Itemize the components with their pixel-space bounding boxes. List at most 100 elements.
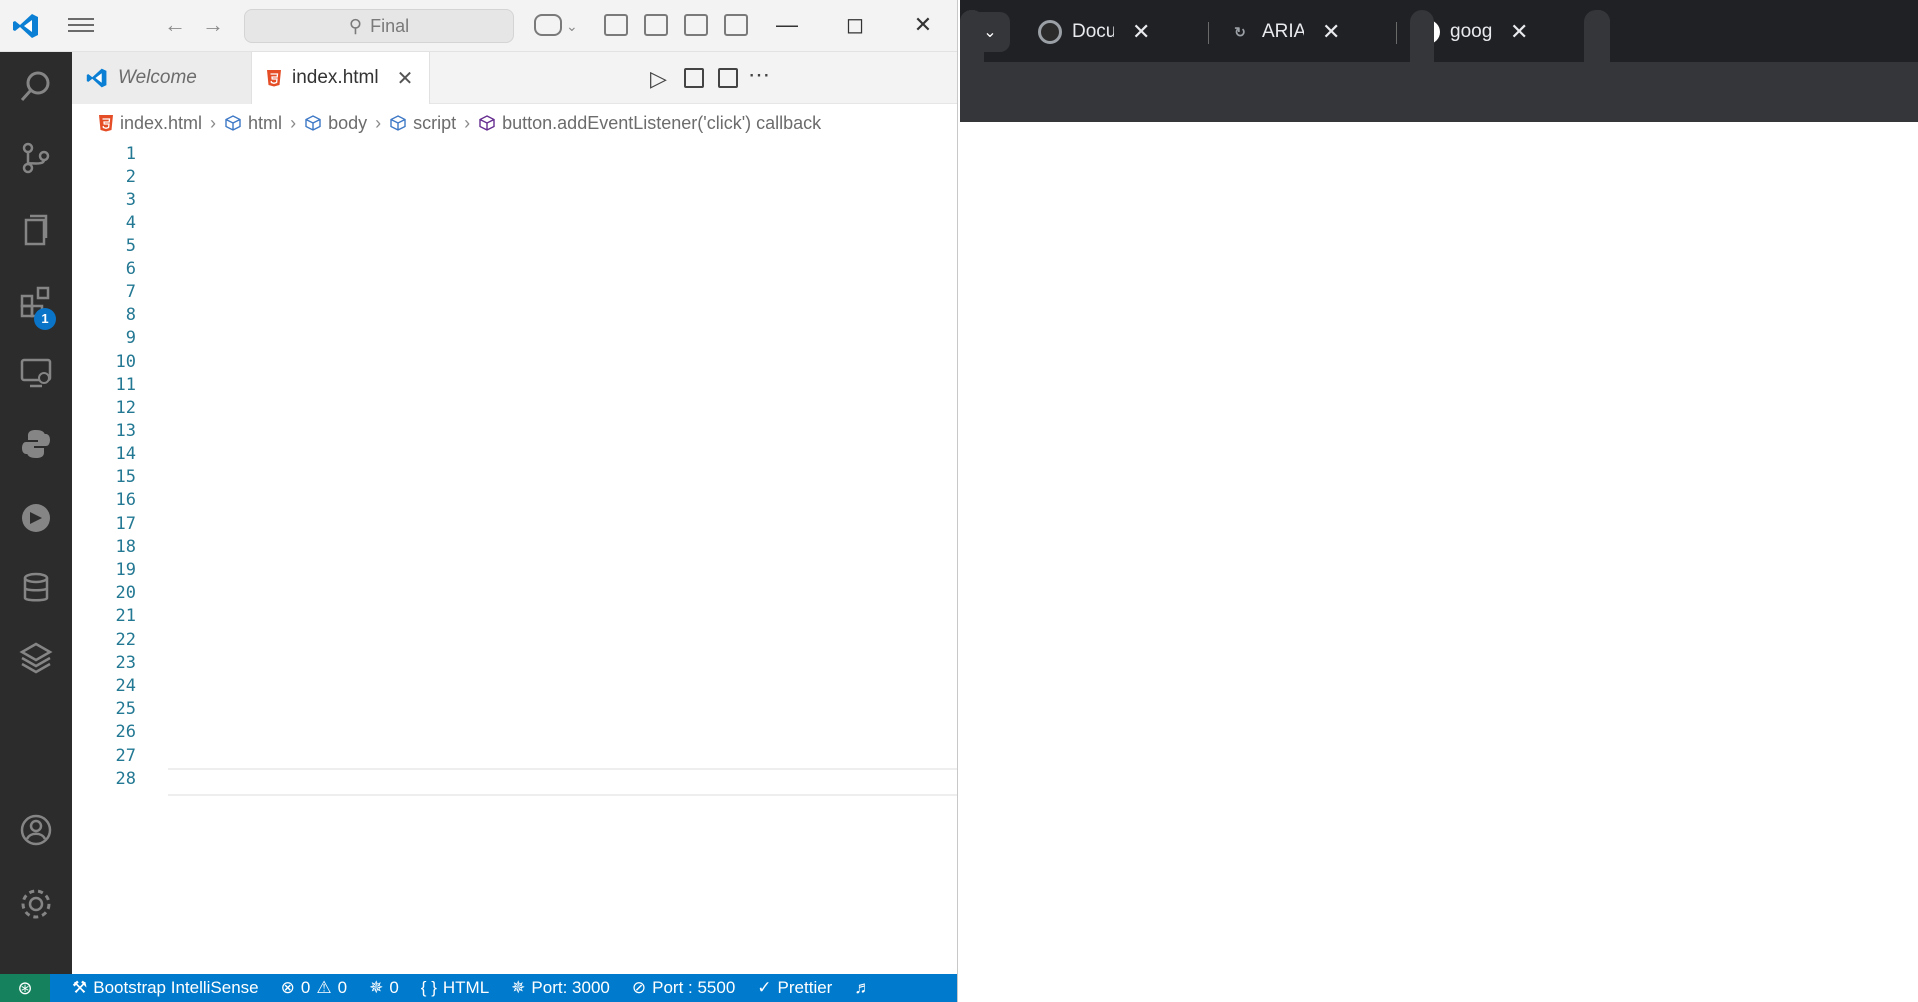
minimize-button[interactable]: — [772,10,802,40]
toggle-panel-icon[interactable] [684,14,708,36]
tab-index-html[interactable]: index.html ✕ [252,52,430,104]
tab-close-icon[interactable]: ✕ [1132,19,1150,45]
bootstrap-label: Bootstrap IntelliSense [93,978,259,997]
spacer20 [1586,10,1610,62]
ports-status[interactable]: ✵ 0 [369,978,399,998]
chrome-window: ⌄ Docu ✕ ↻ ARIA ✕ G goog ✕ [960,0,1918,1002]
breadcrumb-html-label: html [248,112,283,133]
run-icon[interactable]: ▷ [650,66,667,92]
html5-icon [267,70,281,87]
menu-icon[interactable] [68,14,94,36]
prettier-status[interactable]: ✓ Prettier [757,978,832,998]
command-center-search[interactable]: ⚲ Final [244,9,514,43]
language-mode[interactable]: { } HTML [421,978,489,998]
breadcrumb-callback[interactable]: button.addEventListener('click') callbac… [478,113,821,134]
tab-welcome[interactable]: Welcome [72,52,252,104]
toggle-sidebar-icon[interactable] [644,14,668,36]
element-cube-icon [390,115,406,131]
explorer-search-icon[interactable] [16,66,56,106]
line-number: 2 [125,167,136,187]
ports-count: 0 [389,978,399,997]
error-icon: ⊗ [280,978,295,997]
line-number: 17 [115,514,136,534]
tab-close-icon[interactable]: ✕ [1510,19,1528,45]
line-number: 16 [115,490,136,510]
element-cube-icon [305,115,321,131]
breadcrumb-body-label: body [328,112,368,133]
activity-bar: 1 [0,52,72,974]
tab-welcome-label: Welcome [118,67,197,88]
line-number: 14 [115,444,136,464]
port-3000-status[interactable]: ✵ Port: 3000 [511,978,610,998]
breadcrumb-file[interactable]: index.html [98,113,202,134]
current-line-highlight [168,768,957,796]
breadcrumb-callback-label: button.addEventListener('click') callbac… [502,112,822,133]
port-5500-label: Port : 5500 [652,978,736,997]
notifications-bell-icon[interactable]: ♬ [854,978,871,998]
open-preview-icon[interactable] [684,68,704,88]
breadcrumb: index.html › html › body › script › butt… [72,104,957,142]
html5-icon [99,115,113,132]
testing-flask-icon[interactable] [16,498,56,538]
line-number: 11 [115,375,136,395]
forward-arrow-icon[interactable]: → [202,12,224,38]
database-icon[interactable] [16,568,56,608]
breadcrumb-file-label: index.html [120,112,203,133]
code-editor[interactable]: 1 2 3 4 5 6 7 8 9 10 11 12 13 14 15 16 1… [72,142,957,974]
line-number: 24 [115,676,136,696]
line-number: 26 [115,722,136,742]
extensions-badge: 1 [34,308,56,330]
breadcrumb-script[interactable]: script [389,113,456,134]
accounts-icon[interactable] [16,810,56,850]
warning-count: 0 [337,978,348,997]
copilot-chevron-down-icon[interactable]: ⌄ [566,18,578,35]
docs-favicon-icon [1038,20,1062,44]
tab-close-icon[interactable]: ✕ [397,66,414,91]
line-number-gutter: 1 2 3 4 5 6 7 8 9 10 11 12 13 14 15 16 1… [72,142,168,974]
line-number: 3 [125,190,136,210]
braces-icon: { } [420,978,437,997]
explorer-files-icon[interactable] [16,210,56,250]
customize-layout-icon[interactable] [604,14,628,36]
line-number: 13 [115,421,136,441]
remote-explorer-icon[interactable] [16,352,56,392]
chevron-right-icon: › [210,112,217,133]
maximize-button[interactable]: ◻ [840,10,870,40]
line-number: 28 [115,769,136,789]
copilot-icon[interactable] [534,14,562,36]
layers-icon[interactable] [16,638,56,678]
line-number: 12 [115,398,136,418]
more-actions-icon[interactable]: ⋯ [748,62,770,88]
bootstrap-intellisense-status[interactable]: ⚒ Bootstrap IntelliSense [72,978,259,998]
toggle-secondary-sidebar-icon[interactable] [724,14,748,36]
chevron-right-icon: › [464,112,471,133]
chrome-tab-aria-1[interactable]: ↻ ARIA ✕ [1216,10,1392,54]
python-icon[interactable] [16,424,56,464]
line-number: 19 [115,560,136,580]
breadcrumb-body[interactable]: body [304,113,367,134]
source-control-icon[interactable] [16,138,56,178]
line-number: 4 [125,213,136,233]
no-entry-icon: ⊘ [631,978,647,997]
element-cube-icon [225,115,241,131]
close-button[interactable]: ✕ [908,10,938,40]
broadcast-icon: ✵ [511,978,526,997]
remote-indicator-icon[interactable]: ⊛ [0,974,50,1002]
chrome-tab-docu[interactable]: Docu ✕ [1026,10,1204,54]
chrome-tab-title: goog [1450,21,1492,42]
check-double-icon: ✓ [757,978,772,997]
settings-gear-icon[interactable] [16,884,56,924]
back-arrow-icon[interactable]: ← [164,12,186,38]
live-server-status[interactable]: ⊘ Port : 5500 [632,978,735,998]
tab-close-icon[interactable]: ✕ [1322,19,1340,45]
problems-status[interactable]: ⊗ 0 ⚠ 0 [281,978,347,998]
line-number: 1 [125,144,136,164]
chrome-tab-title: ARIA [1262,21,1304,42]
spacer21 [960,10,984,62]
chrome-tab-strip: ⌄ Docu ✕ ↻ ARIA ✕ G goog ✕ [960,0,1918,62]
line-number: 9 [125,328,136,348]
split-editor-icon[interactable] [718,68,738,88]
breadcrumb-html[interactable]: html [224,113,282,134]
line-number: 21 [115,606,136,626]
tab-index-html-label: index.html [292,67,379,88]
